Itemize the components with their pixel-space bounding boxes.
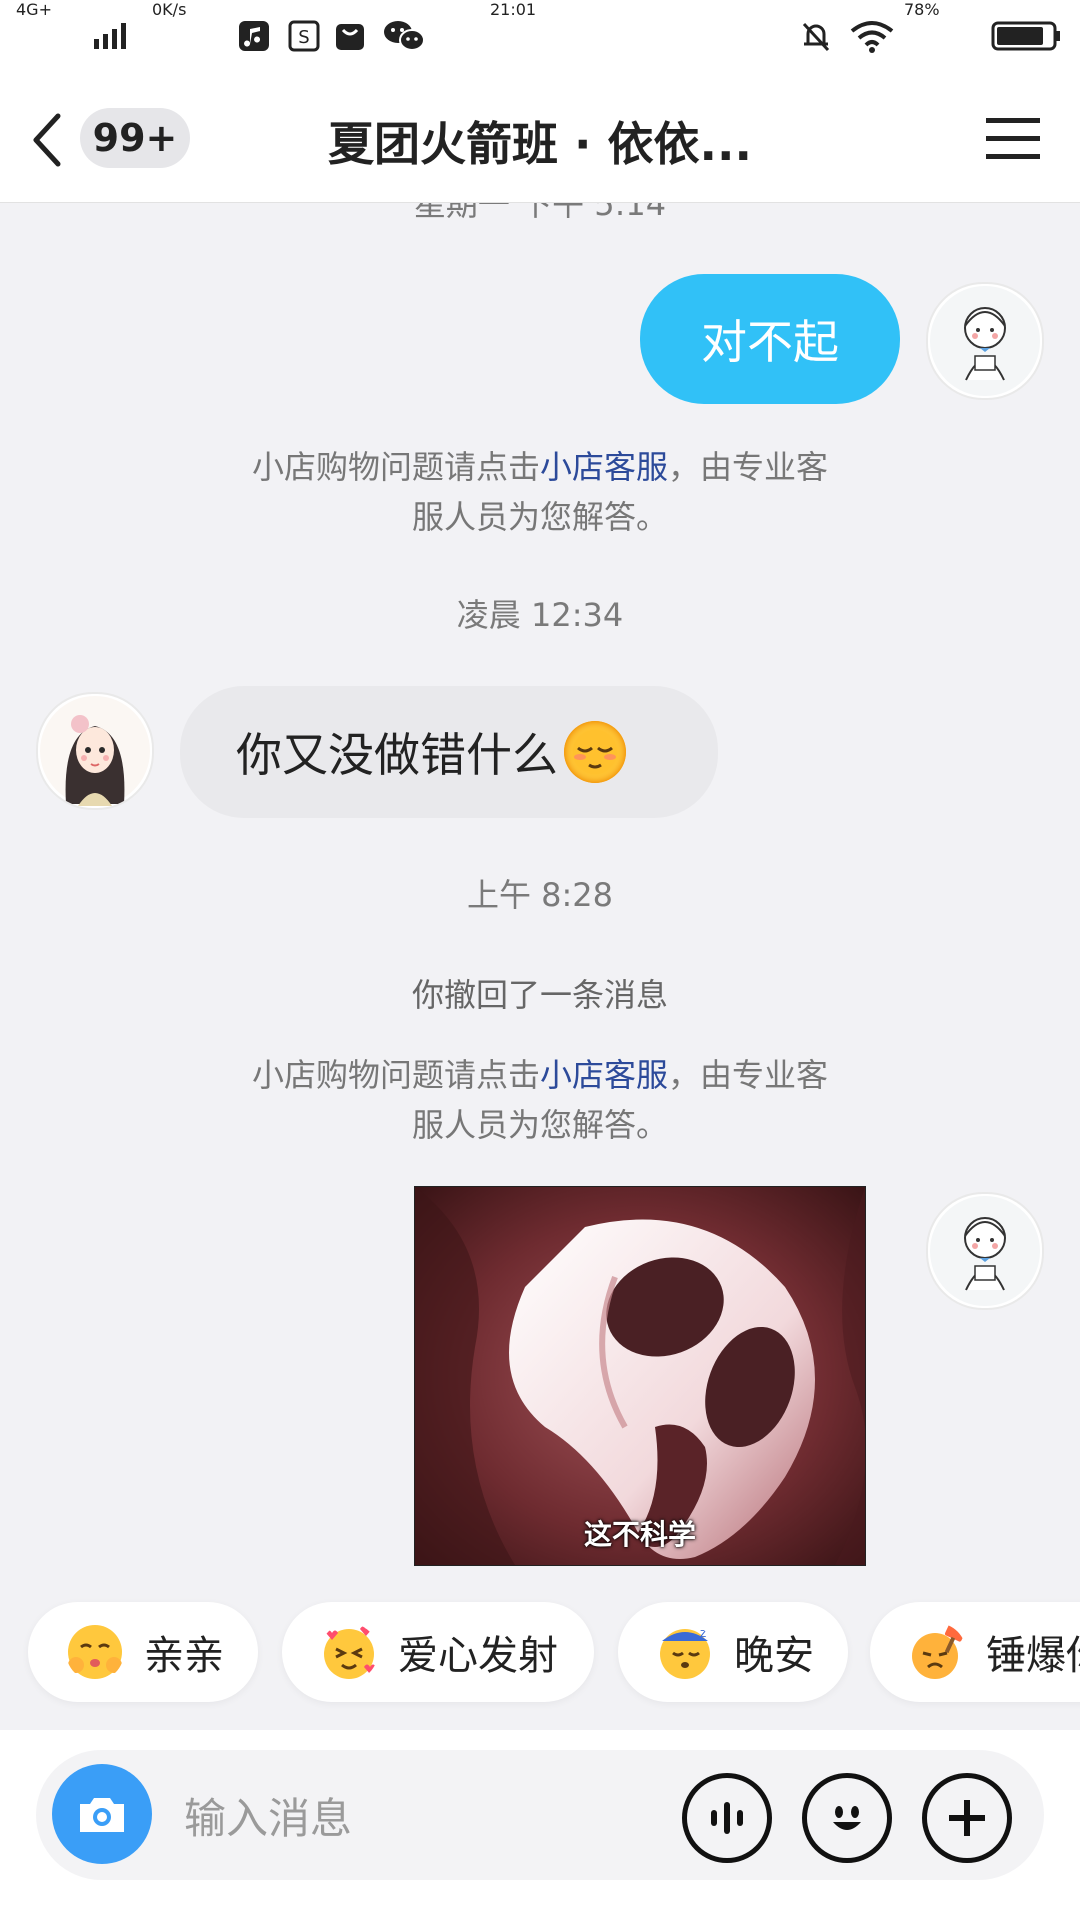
timestamp: 凌晨 12:34 <box>456 596 624 634</box>
hammer-emoji-icon <box>912 1624 966 1679</box>
voice-icon <box>711 1802 743 1834</box>
clock: 21:01 <box>490 0 537 19</box>
notice-text: 小店购物问题请点击 <box>251 448 540 486</box>
sticker-label: 晚安 <box>734 1633 814 1679</box>
sticker-chip-heart[interactable]: 爱心发射 <box>282 1602 594 1702</box>
timestamp: 上午 8:28 <box>466 876 614 914</box>
unread-badge[interactable]: 99+ <box>80 108 190 168</box>
sticker-chip-hammer[interactable]: 锤爆你 <box>870 1602 1080 1702</box>
svg-text:z: z <box>700 1626 706 1640</box>
plus-button[interactable] <box>922 1773 1012 1863</box>
sleep-emoji-icon: z <box>660 1626 710 1679</box>
sticker-label: 锤爆你 <box>986 1633 1080 1679</box>
partial-timestamp-clip: 星期一 下午 5:14 <box>0 203 1080 221</box>
sticker-chip-goodnight[interactable]: z 晚安 <box>618 1602 848 1702</box>
partial-timestamp: 星期一 下午 5:14 <box>0 203 1080 221</box>
kiss-emoji-icon <box>68 1625 122 1679</box>
sticker-label: 爱心发射 <box>398 1633 558 1679</box>
plus-icon <box>949 1800 985 1836</box>
image-caption: 这不科学 <box>583 1518 696 1551</box>
mute-bell-icon <box>796 18 836 54</box>
incoming-message-text: 你又没做错什么 <box>236 728 558 782</box>
s-app-icon: S <box>286 18 322 54</box>
recalled-notice: 你撤回了一条消息 <box>411 976 668 1014</box>
signal-icon <box>90 18 134 54</box>
sticker-label: 亲亲 <box>144 1633 224 1679</box>
scream-mask-picture <box>415 1187 865 1565</box>
shop-service-link[interactable]: 小店客服 <box>540 1056 668 1094</box>
heart-emoji-icon <box>324 1626 376 1679</box>
menu-icon[interactable] <box>984 114 1042 164</box>
network-speed: 0K/s <box>152 0 187 19</box>
music-icon <box>236 18 272 54</box>
message-input[interactable]: 输入消息 <box>184 1785 352 1846</box>
chat-title[interactable]: 夏团火箭班 · 依依... <box>310 108 770 171</box>
battery-icon <box>990 18 1062 54</box>
bag-icon <box>332 18 368 54</box>
incoming-message[interactable]: 你又没做错什么 <box>180 686 718 818</box>
sent-image-message[interactable]: 这不科学 <box>414 1186 866 1566</box>
wifi-icon <box>848 18 896 54</box>
back-chevron-icon[interactable] <box>30 108 74 172</box>
contact-avatar[interactable] <box>36 692 154 810</box>
sticker-chip-kiss[interactable]: 亲亲 <box>28 1602 258 1702</box>
wechat-icon <box>382 18 426 54</box>
battery-percent: 78% <box>904 0 940 19</box>
notice-text: 小店购物问题请点击 <box>251 1056 540 1094</box>
camera-button[interactable] <box>52 1764 152 1864</box>
camera-icon <box>80 1798 124 1832</box>
emoji-button[interactable] <box>802 1773 892 1863</box>
voice-button[interactable] <box>682 1773 772 1863</box>
my-avatar[interactable] <box>926 282 1044 400</box>
network-type: 4G+ <box>16 0 52 19</box>
system-notice: 小店购物问题请点击小店客服，由专业客服人员为您解答。 <box>240 442 840 542</box>
my-avatar[interactable] <box>926 1192 1044 1310</box>
relieved-face-emoji-icon <box>562 719 628 785</box>
emoji-icon <box>833 1806 861 1830</box>
outgoing-message[interactable]: 对不起 <box>640 274 900 404</box>
shop-service-link[interactable]: 小店客服 <box>540 448 668 486</box>
system-notice: 小店购物问题请点击小店客服，由专业客服人员为您解答。 <box>240 1050 840 1150</box>
svg-text:S: S <box>298 27 309 48</box>
